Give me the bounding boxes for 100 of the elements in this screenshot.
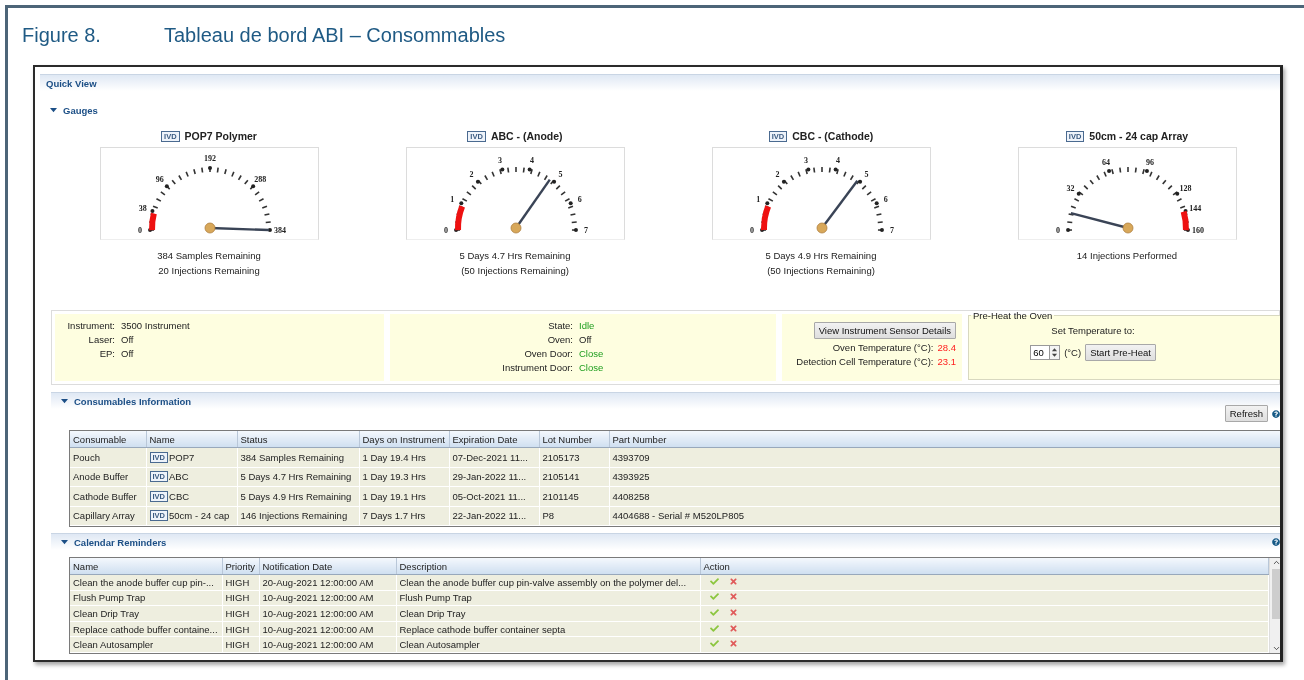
- tick-label: 7: [889, 226, 894, 236]
- check-icon[interactable]: [709, 608, 719, 617]
- tick-label: 3: [497, 155, 502, 165]
- section-title[interactable]: Consumables Information: [74, 395, 192, 407]
- gauge-title: 50cm - 24 cap Array: [1089, 130, 1189, 142]
- tick-label: 160: [1191, 226, 1204, 236]
- column-header[interactable]: Status: [237, 431, 359, 448]
- field-label: Instrument Door:: [502, 362, 573, 373]
- check-icon[interactable]: [709, 592, 719, 602]
- sensor-details-button[interactable]: View Instrument Sensor Details: [813, 322, 956, 339]
- gauge-title: ABC - (Anode): [490, 130, 563, 142]
- spinner-arrows-icon[interactable]: [1049, 345, 1061, 360]
- temperature-value: 28.4: [937, 342, 956, 353]
- gauge-title: CBC - (Cathode): [792, 130, 874, 142]
- table-cell: Capillary Array: [70, 506, 146, 526]
- field-label: Oven Temperature (°C):: [832, 342, 934, 353]
- table-cell: CBC: [169, 490, 190, 502]
- tick-label: 64: [1101, 157, 1110, 167]
- column-header[interactable]: Priority: [222, 558, 259, 575]
- alarm-zone-arc: [760, 205, 771, 231]
- temperature-field[interactable]: 60: [1030, 345, 1050, 360]
- field-label: Oven:: [547, 334, 573, 345]
- tick-label: 38: [138, 204, 147, 214]
- scroll-up-icon[interactable]: [1271, 558, 1280, 567]
- figure-number: Figure 8.: [22, 23, 102, 47]
- tick-label: 96: [1145, 157, 1154, 167]
- field-value: Off: [579, 334, 592, 345]
- tick-label: 4: [529, 155, 534, 165]
- gauge-needle: [204, 222, 269, 234]
- field-label: Set Temperature to:: [1051, 325, 1135, 336]
- close-icon[interactable]: [728, 608, 738, 617]
- tick-label: 144: [1188, 204, 1201, 214]
- gauge-caption: (50 Injections Remaining): [767, 265, 875, 276]
- gauge-needle: [816, 180, 858, 234]
- tick-label: 2: [775, 169, 780, 179]
- column-header[interactable]: Consumable: [70, 431, 146, 448]
- gauge-caption: 384 Samples Remaining: [157, 250, 261, 261]
- table-cell: 50cm - 24 cap: [169, 510, 230, 522]
- column-header[interactable]: Part Number: [609, 431, 1280, 448]
- tick-label: 6: [577, 195, 582, 205]
- tick-label: 5: [557, 169, 562, 179]
- field-label: Oven Door:: [524, 348, 573, 359]
- gauge-needle: [510, 178, 551, 234]
- tick-label: 0: [1055, 226, 1060, 236]
- field-label: Detection Cell Temperature (°C):: [796, 356, 934, 367]
- tick-label: 3: [803, 155, 808, 165]
- section-title[interactable]: Gauges: [63, 104, 98, 116]
- check-icon[interactable]: [709, 639, 719, 649]
- tick-label: 1: [449, 195, 454, 205]
- column-header[interactable]: Days on Instrument: [359, 431, 449, 448]
- column-header[interactable]: Name: [70, 558, 222, 575]
- help-icon[interactable]: [1272, 536, 1280, 548]
- table-cell: ABC: [169, 471, 189, 483]
- scroll-down-icon[interactable]: [1271, 644, 1280, 653]
- collapse-arrow-icon[interactable]: [61, 538, 68, 546]
- field-value: Close: [579, 362, 604, 373]
- start-preheat-button[interactable]: Start Pre-Heat: [1085, 344, 1156, 361]
- table-cell: Pouch: [70, 447, 146, 467]
- column-header[interactable]: Action: [700, 558, 1268, 575]
- field-value: 3500 Instrument: [121, 320, 190, 331]
- tick-label: 0: [137, 226, 142, 236]
- gauge-caption: 20 Injections Remaining: [158, 265, 260, 276]
- alarm-zone-arc: [454, 205, 465, 231]
- column-header[interactable]: Name: [146, 431, 237, 448]
- table-cell: Cathode Buffer: [70, 486, 146, 506]
- section-title[interactable]: Calendar Reminders: [74, 536, 167, 548]
- close-icon[interactable]: [728, 639, 738, 649]
- field-value: Off: [121, 334, 134, 345]
- field-label: Instrument:: [67, 320, 115, 331]
- column-header[interactable]: Expiration Date: [449, 431, 539, 448]
- refresh-button[interactable]: Refresh: [1224, 405, 1268, 422]
- field-value: Off: [121, 348, 134, 359]
- tick-label: 6: [883, 195, 888, 205]
- gauge-caption: 14 Injections Performed: [1076, 250, 1178, 261]
- close-icon[interactable]: [728, 576, 738, 586]
- field-label: State:: [548, 320, 573, 331]
- check-icon[interactable]: [709, 623, 719, 633]
- tick-label: 192: [203, 154, 216, 163]
- help-icon[interactable]: [1272, 407, 1280, 420]
- temperature-value: 23.1: [937, 356, 956, 367]
- column-header[interactable]: Lot Number: [539, 431, 609, 448]
- field-label: EP:: [99, 348, 115, 359]
- close-icon[interactable]: [728, 623, 738, 633]
- column-header[interactable]: Description: [396, 558, 700, 575]
- tick-label: 0: [749, 226, 754, 236]
- collapse-arrow-icon[interactable]: [50, 106, 57, 114]
- column-header[interactable]: Notification Date: [259, 558, 396, 575]
- figure-title: Tableau de bord ABI – Consommables: [164, 23, 506, 47]
- gauge-caption: (50 Injections Remaining): [461, 265, 569, 276]
- close-icon[interactable]: [728, 592, 738, 602]
- tick-label: 5: [863, 169, 868, 179]
- field-value: Idle: [579, 320, 595, 331]
- gauge-caption: 5 Days 4.9 Hrs Remaining: [765, 250, 877, 261]
- scroll-thumb[interactable]: [1271, 569, 1280, 619]
- unit-label: (°C): [1064, 347, 1082, 358]
- table-cell: Anode Buffer: [70, 467, 146, 487]
- quick-view-header: Quick View: [40, 74, 1280, 91]
- check-icon[interactable]: [709, 576, 719, 586]
- collapse-arrow-icon[interactable]: [61, 397, 68, 405]
- alarm-zone-arc: [1180, 210, 1189, 231]
